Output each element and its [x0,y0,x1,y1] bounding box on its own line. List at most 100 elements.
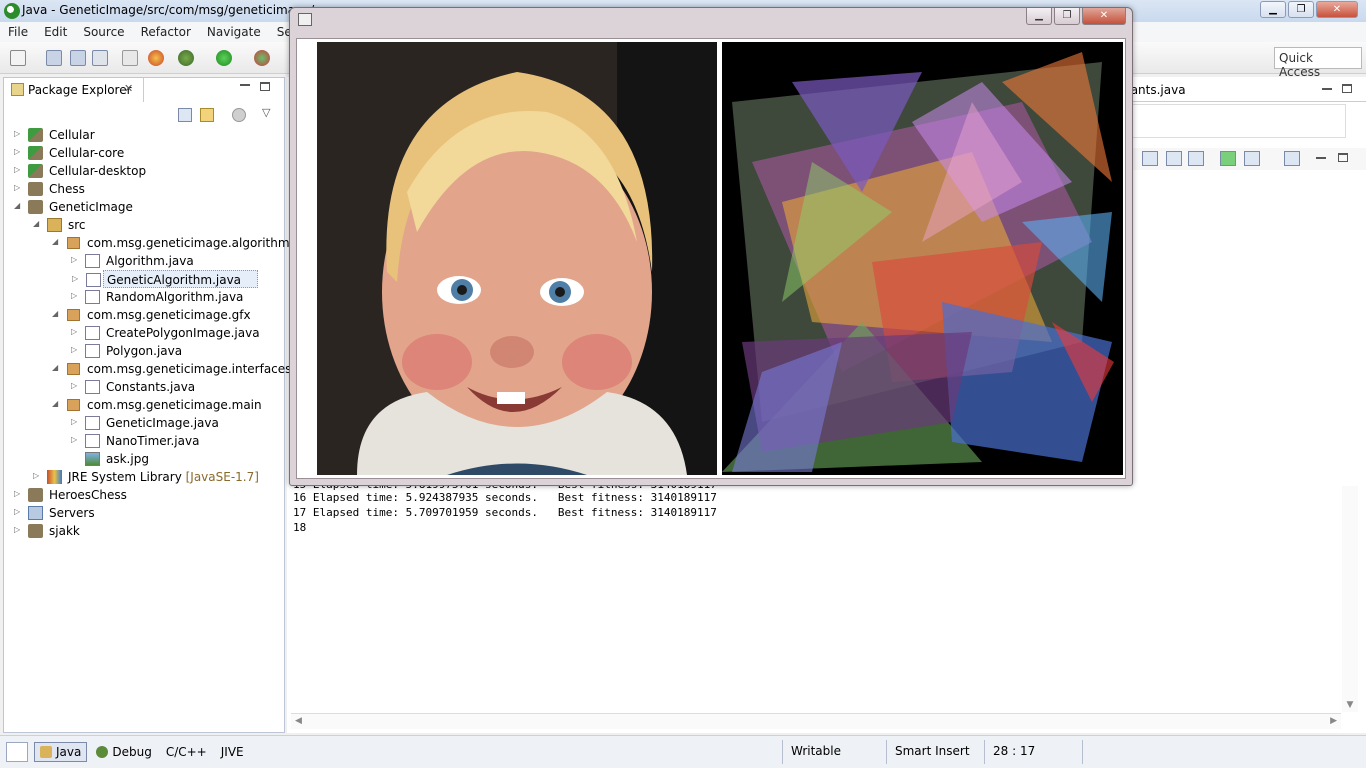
tree-item[interactable]: ▷ sjakk [4,522,282,540]
collapsed-arrow-icon[interactable]: ▷ [71,291,80,300]
collapsed-arrow-icon[interactable]: ▷ [14,507,23,516]
tree-item[interactable]: ask.jpg [4,450,282,468]
display-console-icon[interactable] [1220,151,1236,166]
frame-close-button[interactable]: ✕ [1082,8,1126,25]
tree-item[interactable]: ▷ Cellular [4,126,282,144]
expanded-arrow-icon[interactable]: ◢ [33,219,42,228]
expanded-arrow-icon[interactable]: ◢ [52,363,61,372]
print-icon[interactable] [92,50,108,66]
save-all-icon[interactable] [70,50,86,66]
maximize-button[interactable]: ❐ [1288,1,1314,18]
expanded-arrow-icon[interactable]: ◢ [52,237,61,246]
tree-item[interactable]: ▷ CreatePolygonImage.java [4,324,282,342]
new-icon[interactable] [10,50,26,66]
collapsed-arrow-icon[interactable]: ▷ [71,435,80,444]
maximize-icon[interactable] [1342,84,1352,93]
focus-task-icon[interactable] [232,108,246,122]
tree-item[interactable]: ◢ com.msg.geneticimage.algorithm [4,234,290,252]
maximize-icon[interactable] [260,82,270,91]
collapsed-arrow-icon[interactable]: ▷ [14,165,23,174]
menu-refactor[interactable]: Refactor [133,25,199,39]
menu-navigate[interactable]: Navigate [199,25,269,39]
tree-item[interactable]: ◢ src [4,216,282,234]
minimize-button[interactable]: ▁ [1260,1,1286,18]
tree-item[interactable]: ▷ Cellular-desktop [4,162,282,180]
tree-item[interactable]: ▷ Servers [4,504,282,522]
collapsed-arrow-icon[interactable]: ▷ [71,417,80,426]
tree-item[interactable]: ▷ JRE System Library [JavaSE-1.7] [4,468,282,486]
view-menu-icon[interactable]: ▽ [262,106,270,119]
status-divider [886,740,887,764]
collapsed-arrow-icon[interactable]: ▷ [71,381,80,390]
scroll-down-arrow-icon[interactable]: ▼ [1342,700,1358,710]
collapsed-arrow-icon[interactable]: ▷ [33,471,42,480]
tree-item[interactable]: ◢ com.msg.geneticimage.interfaces [4,360,291,378]
collapsed-arrow-icon[interactable]: ▷ [71,255,80,264]
package-explorer-tab[interactable]: Package Explorer ✕ [4,78,144,102]
tree-item[interactable]: ▷ Polygon.java [4,342,282,360]
close-icon[interactable]: ✕ [124,82,133,95]
clear-console-icon[interactable] [1188,151,1204,166]
console-icon[interactable] [1142,151,1158,166]
tree-item[interactable]: ▷ HeroesChess [4,486,282,504]
collapsed-arrow-icon[interactable]: ▷ [71,345,80,354]
perspective-jive[interactable]: JIVE [216,743,249,761]
new-console-icon[interactable] [1284,151,1300,166]
collapse-all-icon[interactable] [178,108,192,122]
expanded-arrow-icon[interactable]: ◢ [52,309,61,318]
web-browser-icon[interactable] [148,50,164,66]
pin-console-icon[interactable] [1166,151,1182,166]
editor-tab-constants[interactable]: tants.java [1126,78,1366,102]
tree-item[interactable]: ▷ Chess [4,180,282,198]
menu-edit[interactable]: Edit [36,25,75,39]
tree-item[interactable]: ◢ com.msg.geneticimage.gfx [4,306,282,324]
maximize-icon[interactable] [1338,153,1348,162]
expanded-arrow-icon[interactable]: ◢ [52,399,61,408]
outline-scroll-area[interactable] [1126,104,1346,138]
minimize-icon[interactable] [1322,88,1332,90]
scroll-right-arrow-icon[interactable]: ▶ [1330,716,1337,726]
scroll-left-arrow-icon[interactable]: ◀ [295,716,302,726]
debug-icon[interactable] [178,50,194,66]
console-horizontal-scrollbar[interactable]: ◀ ▶ [291,713,1341,729]
save-icon[interactable] [46,50,62,66]
minimize-icon[interactable] [1316,157,1326,159]
collapsed-arrow-icon[interactable]: ▷ [71,327,80,336]
close-button[interactable]: ✕ [1316,1,1358,18]
perspective-cpp[interactable]: C/C++ [161,743,212,761]
tree-item[interactable]: ◢ GeneticImage [4,198,282,216]
tree-item[interactable]: ◢ com.msg.geneticimage.main [4,396,282,414]
console-output[interactable]: 15 Elapsed time: 5.819975701 seconds. Be… [287,485,1357,712]
tree-item[interactable]: ▷ GeneticAlgorithm.java [72,270,258,288]
genetic-image-title-bar[interactable]: ▁ ❐ ✕ [290,8,1132,30]
collapsed-arrow-icon[interactable]: ▷ [14,147,23,156]
expanded-arrow-icon[interactable]: ◢ [14,201,23,210]
run-icon[interactable] [216,50,232,66]
menu-file[interactable]: File [0,25,36,39]
tree-item[interactable]: ▷ Constants.java [4,378,282,396]
tree-item[interactable]: ▷ Algorithm.java [4,252,282,270]
open-console-icon[interactable] [1244,151,1260,166]
collapsed-arrow-icon[interactable]: ▷ [14,183,23,192]
toggle-icon[interactable] [122,50,138,66]
open-perspective-icon[interactable] [6,742,28,762]
collapsed-arrow-icon[interactable]: ▷ [14,129,23,138]
link-with-editor-icon[interactable] [200,108,214,122]
console-vertical-scrollbar[interactable]: ▼ [1342,486,1358,712]
perspective-java[interactable]: Java [34,742,88,762]
collapsed-arrow-icon[interactable]: ▷ [14,489,23,498]
tree-item[interactable]: ▷ Cellular-core [4,144,282,162]
quick-access-input[interactable]: Quick Access [1274,47,1362,79]
tree-item[interactable]: ▷ RandomAlgorithm.java [4,288,282,306]
perspective-debug[interactable]: Debug [91,743,156,761]
tree-item[interactable]: ▷ NanoTimer.java [4,432,282,450]
minimize-icon[interactable] [240,84,250,86]
frame-minimize-button[interactable]: ▁ [1026,8,1052,25]
frame-maximize-button[interactable]: ❐ [1054,8,1080,25]
menu-source[interactable]: Source [75,25,132,39]
collapsed-arrow-icon[interactable]: ▷ [72,274,81,283]
eclipse-icon [4,3,20,19]
external-tools-icon[interactable] [254,50,270,66]
collapsed-arrow-icon[interactable]: ▷ [14,525,23,534]
tree-item[interactable]: ▷ GeneticImage.java [4,414,282,432]
